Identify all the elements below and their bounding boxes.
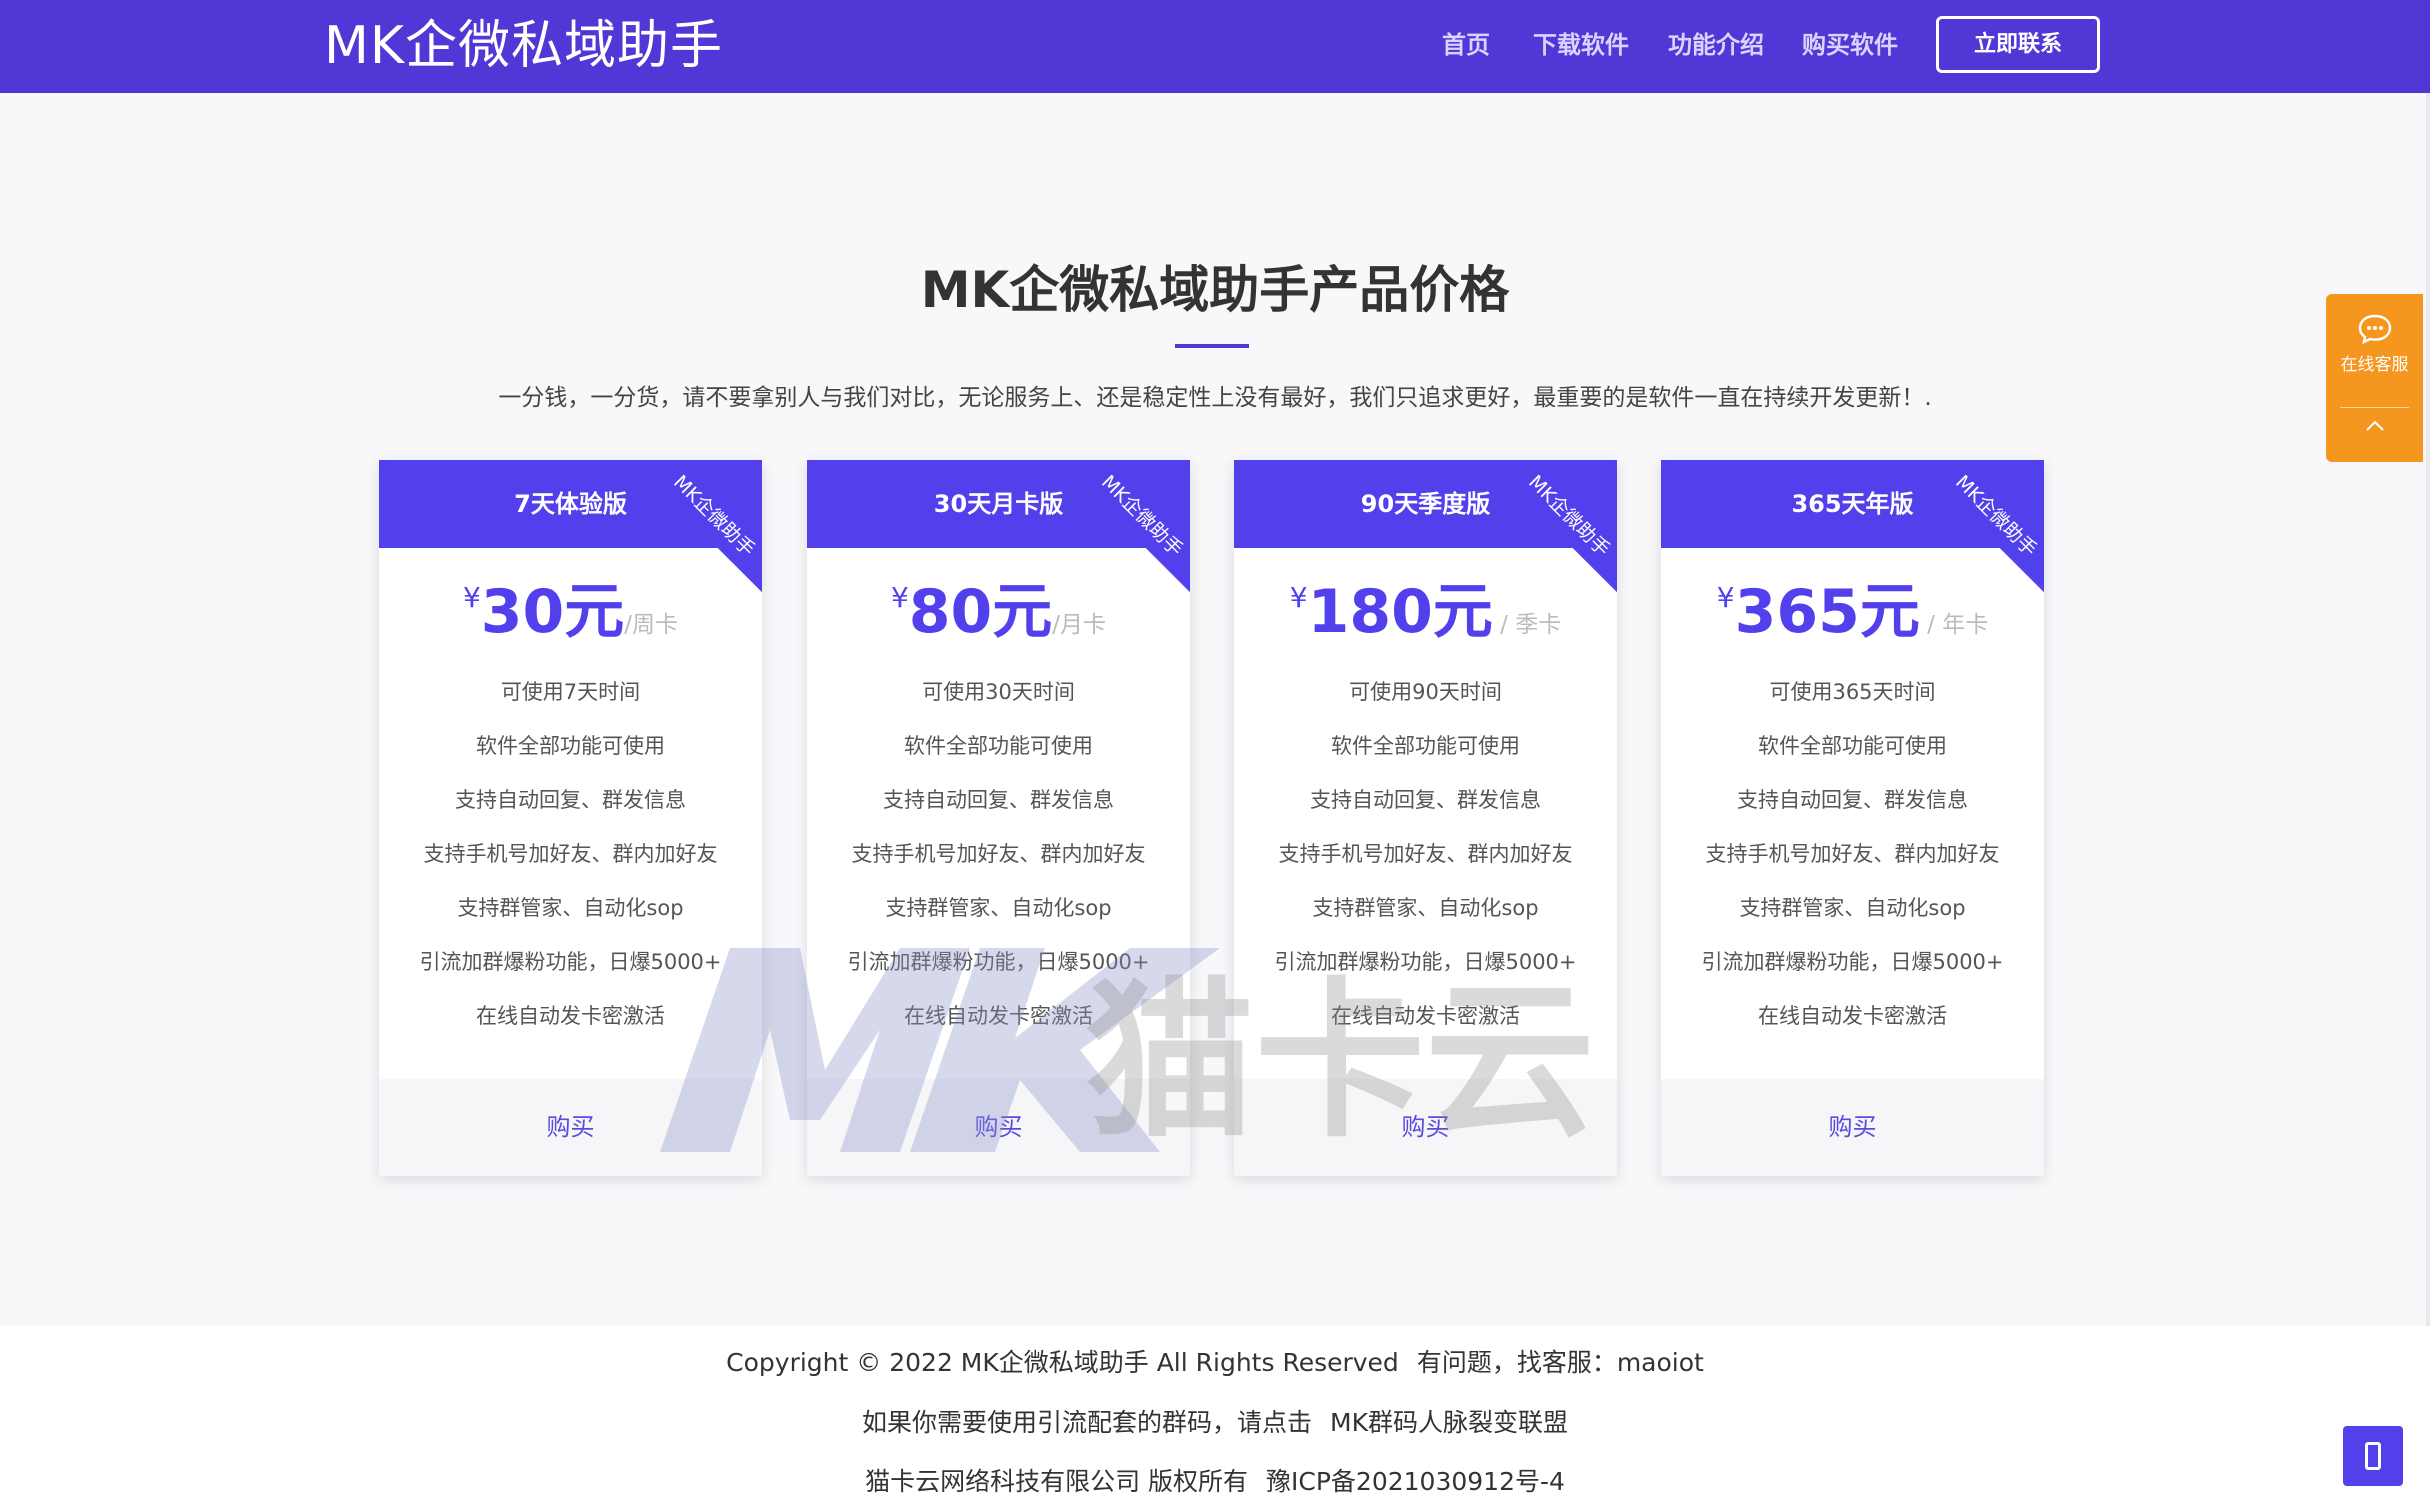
card-footer: 购买 (807, 1079, 1190, 1176)
feature-list: 可使用7天时间 软件全部功能可使用 支持自动回复、群发信息 支持手机号加好友、群… (379, 665, 762, 1043)
contact-now-button[interactable]: 立即联系 (1936, 16, 2100, 73)
feature-list: 可使用365天时间 软件全部功能可使用 支持自动回复、群发信息 支持手机号加好友… (1661, 665, 2044, 1043)
chat-bubble-icon (2358, 314, 2392, 344)
nav-link-download[interactable]: 下载软件 (1533, 29, 1629, 61)
footer-copyright-line: Copyright © 2022 MK企微私域助手 All Rights Res… (0, 1344, 2430, 1382)
page-footer: Copyright © 2022 MK企微私域助手 All Rights Res… (0, 1326, 2430, 1497)
brand-logo-text[interactable]: MK企微私域助手 (324, 14, 723, 78)
pricing-title: MK企微私域助手产品价格 (920, 261, 1510, 319)
currency-symbol: ¥ (462, 581, 481, 614)
pricing-card-30day: 30天月卡版 MK企微助手 ¥80元/月卡 可使用30天时间 软件全部功能可使用… (807, 460, 1190, 1176)
feature-item: 支持群管家、自动化sop (885, 896, 1112, 920)
feature-item: 支持自动回复、群发信息 (1310, 788, 1541, 812)
feature-item: 支持手机号加好友、群内加好友 (1278, 842, 1573, 866)
pricing-subtitle: 一分钱，一分货，请不要拿别人与我们对比，无论服务上、还是稳定性上没有最好，我们只… (498, 385, 1932, 411)
price-amount: 30元 (480, 577, 625, 647)
price-period: / 季卡 (1492, 612, 1562, 638)
feature-item: 引流加群爆粉功能，日爆5000+ (1701, 950, 2004, 974)
feature-item: 在线自动发卡密激活 (476, 1004, 665, 1028)
title-underline (1175, 344, 1249, 348)
feature-item: 支持群管家、自动化sop (457, 896, 684, 920)
price-amount: 365元 (1734, 577, 1920, 647)
feature-item: 支持自动回复、群发信息 (883, 788, 1114, 812)
online-service-label: 在线客服 (2340, 355, 2409, 375)
feature-item: 支持自动回复、群发信息 (1737, 788, 1968, 812)
nav-link-buy[interactable]: 购买软件 (1802, 29, 1898, 61)
feature-item: 在线自动发卡密激活 (1331, 1004, 1520, 1028)
footer-company-line: 猫卡云网络科技有限公司 版权所有 豫ICP备2021030912号-4 (0, 1463, 2430, 1497)
feature-item: 支持手机号加好友、群内加好友 (1705, 842, 2000, 866)
feature-list: 可使用30天时间 软件全部功能可使用 支持自动回复、群发信息 支持手机号加好友、… (807, 665, 1190, 1043)
feature-item: 支持群管家、自动化sop (1739, 896, 1966, 920)
currency-symbol: ¥ (890, 581, 909, 614)
nav-link-features[interactable]: 功能介绍 (1668, 29, 1764, 61)
buy-button-365day[interactable]: 购买 (1661, 1079, 2044, 1176)
page-scrollbar[interactable] (2426, 93, 2430, 1497)
currency-symbol: ¥ (1716, 581, 1735, 614)
buy-button-90day[interactable]: 购买 (1234, 1079, 1617, 1176)
card-price: ¥365元 / 年卡 (1661, 572, 2044, 667)
buy-button-7day[interactable]: 购买 (379, 1079, 762, 1176)
feature-item: 支持群管家、自动化sop (1312, 896, 1539, 920)
currency-symbol: ¥ (1289, 581, 1308, 614)
pricing-card-365day: 365天年版 MK企微助手 ¥365元 / 年卡 可使用365天时间 软件全部功… (1661, 460, 2044, 1176)
feature-item: 可使用365天时间 (1769, 680, 1936, 704)
feature-item: 可使用90天时间 (1349, 680, 1502, 704)
card-footer: 购买 (1661, 1079, 2044, 1176)
feature-item: 引流加群爆粉功能，日爆5000+ (1274, 950, 1577, 974)
copyright-text: Copyright © 2022 MK企微私域助手 All Rights Res… (726, 1348, 1399, 1377)
top-navbar: MK企微私域助手 首页 下载软件 功能介绍 购买软件 立即联系 (0, 0, 2430, 93)
price-period: /月卡 (1052, 612, 1107, 638)
online-service-widget[interactable]: 在线客服 (2326, 294, 2423, 462)
card-footer: 购买 (1234, 1079, 1617, 1176)
price-period: /周卡 (624, 612, 679, 638)
pricing-card-90day: 90天季度版 MK企微助手 ¥180元 / 季卡 可使用90天时间 软件全部功能… (1234, 460, 1617, 1176)
feature-item: 支持自动回复、群发信息 (455, 788, 686, 812)
phone-icon (2365, 1442, 2381, 1470)
support-contact: 有问题，找客服：maoiot (1416, 1348, 1704, 1377)
price-amount: 80元 (908, 577, 1053, 647)
footer-promo-line: 如果你需要使用引流配套的群码，请点击 MK群码人脉裂变联盟 (0, 1404, 2430, 1442)
feature-item: 软件全部功能可使用 (1331, 734, 1520, 758)
company-text: 猫卡云网络科技有限公司 版权所有 (865, 1467, 1249, 1496)
mobile-version-button[interactable] (2343, 1426, 2403, 1486)
promo-link[interactable]: MK群码人脉裂变联盟 (1330, 1408, 1568, 1437)
feature-item: 引流加群爆粉功能，日爆5000+ (419, 950, 722, 974)
feature-item: 支持手机号加好友、群内加好友 (851, 842, 1146, 866)
card-footer: 购买 (379, 1079, 762, 1176)
card-price: ¥180元 / 季卡 (1234, 572, 1617, 667)
feature-item: 在线自动发卡密激活 (904, 1004, 1093, 1028)
feature-item: 引流加群爆粉功能，日爆5000+ (847, 950, 1150, 974)
buy-button-30day[interactable]: 购买 (807, 1079, 1190, 1176)
nav-link-home[interactable]: 首页 (1442, 29, 1490, 61)
feature-item: 在线自动发卡密激活 (1758, 1004, 1947, 1028)
chevron-up-icon[interactable] (2364, 418, 2386, 434)
card-price: ¥30元/周卡 (379, 572, 762, 667)
promo-text: 如果你需要使用引流配套的群码，请点击 (862, 1408, 1313, 1437)
feature-item: 软件全部功能可使用 (1758, 734, 1947, 758)
price-period: / 年卡 (1919, 612, 1989, 638)
side-divider (2340, 407, 2409, 408)
price-amount: 180元 (1307, 577, 1493, 647)
feature-item: 软件全部功能可使用 (904, 734, 1093, 758)
feature-item: 支持手机号加好友、群内加好友 (423, 842, 718, 866)
feature-list: 可使用90天时间 软件全部功能可使用 支持自动回复、群发信息 支持手机号加好友、… (1234, 665, 1617, 1043)
card-price: ¥80元/月卡 (807, 572, 1190, 667)
icp-link[interactable]: 豫ICP备2021030912号-4 (1266, 1467, 1565, 1496)
pricing-card-7day: 7天体验版 MK企微助手 ¥30元/周卡 可使用7天时间 软件全部功能可使用 支… (379, 460, 762, 1176)
feature-item: 可使用7天时间 (500, 680, 641, 704)
feature-item: 可使用30天时间 (922, 680, 1075, 704)
feature-item: 软件全部功能可使用 (476, 734, 665, 758)
